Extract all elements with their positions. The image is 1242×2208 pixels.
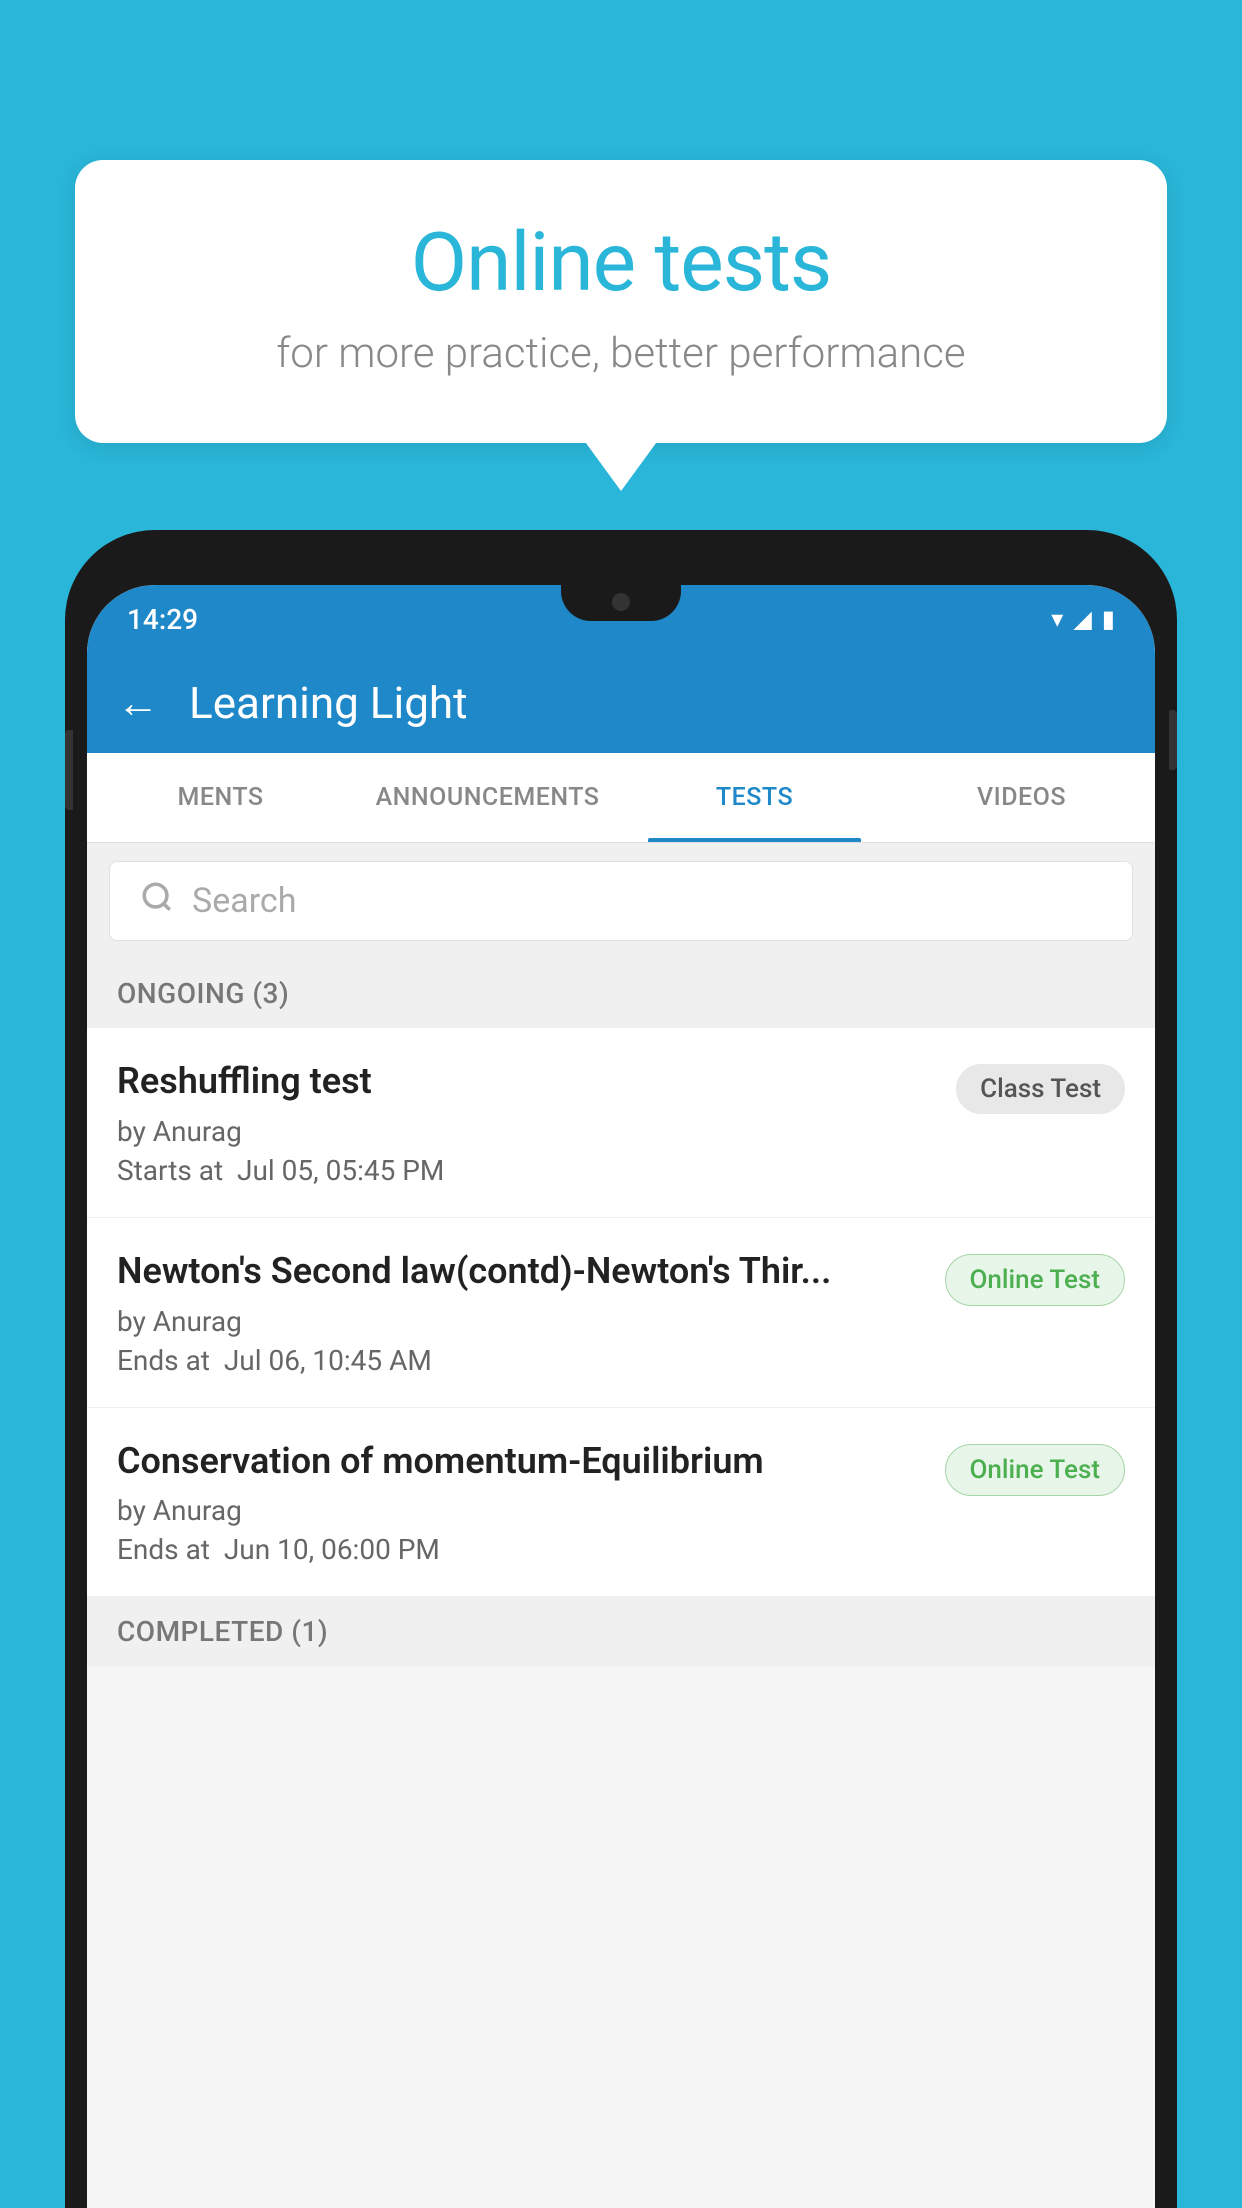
test-time-3: Ends at Jun 10, 06:00 PM — [117, 1533, 925, 1566]
wifi-icon: ▾ — [1051, 605, 1063, 633]
test-name-3: Conservation of momentum-Equilibrium — [117, 1438, 925, 1485]
tab-videos[interactable]: VIDEOS — [888, 753, 1155, 842]
phone-frame: 14:29 ▾ ◢ ▮ ← Learning Light MENTS ANNOU… — [65, 530, 1177, 2208]
test-badge-1: Class Test — [956, 1064, 1125, 1114]
test-author-2: by Anurag — [117, 1305, 925, 1338]
signal-icon: ◢ — [1073, 605, 1091, 633]
search-icon — [140, 880, 174, 923]
phone-notch — [561, 585, 681, 621]
speech-bubble: Online tests for more practice, better p… — [75, 160, 1167, 443]
back-button[interactable]: ← — [117, 679, 159, 728]
tabs-bar: MENTS ANNOUNCEMENTS TESTS VIDEOS — [87, 753, 1155, 843]
test-author-1: by Anurag — [117, 1115, 936, 1148]
test-time-2: Ends at Jul 06, 10:45 AM — [117, 1344, 925, 1377]
phone-screen: 14:29 ▾ ◢ ▮ ← Learning Light MENTS ANNOU… — [87, 585, 1155, 2208]
ongoing-title: ONGOING (3) — [117, 977, 289, 1010]
phone-side-right — [1169, 710, 1177, 770]
tab-tests[interactable]: TESTS — [621, 753, 888, 842]
test-badge-3: Online Test — [945, 1444, 1126, 1496]
tab-announcements[interactable]: ANNOUNCEMENTS — [354, 753, 621, 842]
completed-section-header: COMPLETED (1) — [87, 1597, 1155, 1666]
test-info-3: Conservation of momentum-Equilibrium by … — [117, 1438, 925, 1567]
search-container: Search — [87, 843, 1155, 959]
status-time: 14:29 — [127, 603, 198, 636]
app-title: Learning Light — [189, 677, 468, 729]
tab-ments[interactable]: MENTS — [87, 753, 354, 842]
test-item-1[interactable]: Reshuffling test by Anurag Starts at Jul… — [87, 1028, 1155, 1218]
test-author-3: by Anurag — [117, 1494, 925, 1527]
search-bar[interactable]: Search — [109, 861, 1133, 941]
front-camera — [612, 593, 630, 611]
search-placeholder: Search — [192, 881, 296, 921]
test-list: Reshuffling test by Anurag Starts at Jul… — [87, 1028, 1155, 1597]
bubble-title: Online tests — [135, 215, 1107, 311]
test-badge-2: Online Test — [945, 1254, 1126, 1306]
test-name-2: Newton's Second law(contd)-Newton's Thir… — [117, 1248, 925, 1295]
phone-side-left — [65, 730, 73, 810]
test-info-2: Newton's Second law(contd)-Newton's Thir… — [117, 1248, 925, 1377]
test-time-1: Starts at Jul 05, 05:45 PM — [117, 1154, 936, 1187]
test-name-1: Reshuffling test — [117, 1058, 936, 1105]
app-bar: ← Learning Light — [87, 653, 1155, 753]
battery-icon: ▮ — [1102, 605, 1115, 633]
ongoing-section-header: ONGOING (3) — [87, 959, 1155, 1028]
test-item-3[interactable]: Conservation of momentum-Equilibrium by … — [87, 1408, 1155, 1598]
completed-title: COMPLETED (1) — [117, 1615, 328, 1648]
test-item-2[interactable]: Newton's Second law(contd)-Newton's Thir… — [87, 1218, 1155, 1408]
status-icons: ▾ ◢ ▮ — [1051, 605, 1115, 633]
bubble-subtitle: for more practice, better performance — [135, 329, 1107, 378]
test-info-1: Reshuffling test by Anurag Starts at Jul… — [117, 1058, 936, 1187]
